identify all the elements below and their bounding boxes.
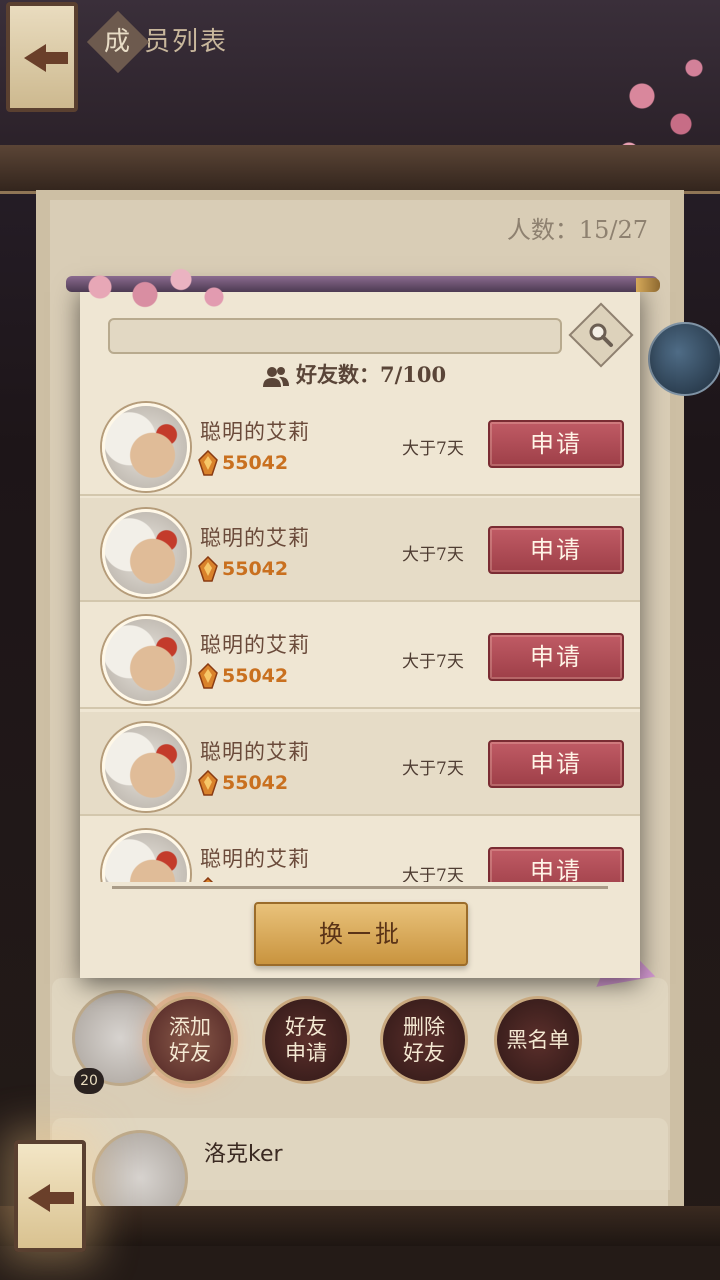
player-avatar[interactable] <box>102 616 190 704</box>
flame-gem-icon <box>198 663 218 689</box>
player-list[interactable]: 聪明的艾莉 55042 大于7天 申请 聪明的艾莉 55042 大于7天 申请 … <box>80 392 640 882</box>
player-avatar[interactable] <box>102 830 190 882</box>
player-row: 聪明的艾莉 55042 大于7天 申请 <box>80 498 640 602</box>
tab-friend-requests[interactable]: 好友 申请 <box>262 996 350 1084</box>
member-count: 人数：15/27 <box>507 210 648 245</box>
member-count-label: 人数： <box>506 216 579 244</box>
member-level-badge: 20 <box>74 1068 104 1094</box>
tab-add-friend[interactable]: 添加 好友 <box>146 996 234 1084</box>
flame-gem-icon <box>198 450 218 476</box>
power-value: 55042 <box>222 879 288 882</box>
back-arrow-icon-bar <box>44 52 68 64</box>
power-value: 55042 <box>222 665 289 687</box>
back-arrow-icon <box>28 1184 50 1212</box>
player-avatar[interactable] <box>102 723 190 811</box>
tab-blacklist[interactable]: 黑名单 <box>494 996 582 1084</box>
member-count-value: 15/27 <box>578 216 648 244</box>
people-icon <box>263 366 289 387</box>
apply-button[interactable]: 申请 <box>488 420 624 468</box>
magnifier-icon <box>589 323 613 347</box>
member-name: 洛克ker <box>204 1142 283 1167</box>
last-online: 大于7天 <box>402 439 464 459</box>
player-name: 聪明的艾莉 <box>200 633 310 657</box>
scroll-top-rod <box>0 145 720 194</box>
fish-orb-decoration <box>648 322 720 396</box>
player-avatar[interactable] <box>102 403 190 491</box>
title-text: 员列表 <box>144 27 229 57</box>
page-title: 成员列表 <box>86 10 229 74</box>
power-value: 55042 <box>222 558 289 580</box>
friend-count-label: 好友数： <box>296 362 380 387</box>
back-arrow-icon-bar <box>48 1192 74 1204</box>
flame-gem-icon <box>198 770 218 796</box>
flame-gem-icon <box>202 877 214 882</box>
player-name: 聪明的艾莉 <box>200 740 310 764</box>
scroll-bottom-rod <box>0 1206 720 1246</box>
friend-count-value: 7/100 <box>380 362 447 387</box>
title-badge: 成 <box>86 10 150 74</box>
last-online: 大于7天 <box>402 652 464 672</box>
last-online: 大于7天 <box>402 759 464 779</box>
refresh-batch-button[interactable]: 换一批 <box>254 902 468 966</box>
tab-delete-friend[interactable]: 删除 好友 <box>380 996 468 1084</box>
dialog-rod-tip <box>636 278 660 292</box>
flame-gem-icon <box>198 556 218 582</box>
last-online: 大于7天 <box>402 866 464 882</box>
friend-count: 好友数：7/100 <box>262 360 446 390</box>
back-button[interactable] <box>6 2 78 112</box>
player-name: 聪明的艾莉 <box>200 420 310 444</box>
player-row: 聪明的艾莉 55042 大于7天 申请 <box>80 392 640 496</box>
player-avatar[interactable] <box>102 509 190 597</box>
player-search-input[interactable] <box>108 318 562 354</box>
bottom-back-button[interactable] <box>14 1140 86 1252</box>
player-row: 聪明的艾莉 55042 大于7天 申请 <box>80 712 640 816</box>
power-value: 55042 <box>222 772 289 794</box>
power-value: 55042 <box>222 452 289 474</box>
apply-button[interactable]: 申请 <box>488 526 624 574</box>
player-row: 聪明的艾莉 55042 大于7天 申请 <box>80 605 640 709</box>
player-name: 聪明的艾莉 <box>200 526 310 550</box>
apply-button[interactable]: 申请 <box>488 847 624 882</box>
last-online: 大于7天 <box>402 545 464 565</box>
apply-button[interactable]: 申请 <box>488 633 624 681</box>
apply-button[interactable]: 申请 <box>488 740 624 788</box>
list-divider <box>112 886 608 889</box>
player-row: 聪明的艾莉 55042 大于7天 申请 <box>80 819 640 882</box>
player-name: 聪明的艾莉 <box>200 847 310 871</box>
back-arrow-icon <box>24 44 46 72</box>
cherry-blossom-decoration <box>82 262 232 312</box>
